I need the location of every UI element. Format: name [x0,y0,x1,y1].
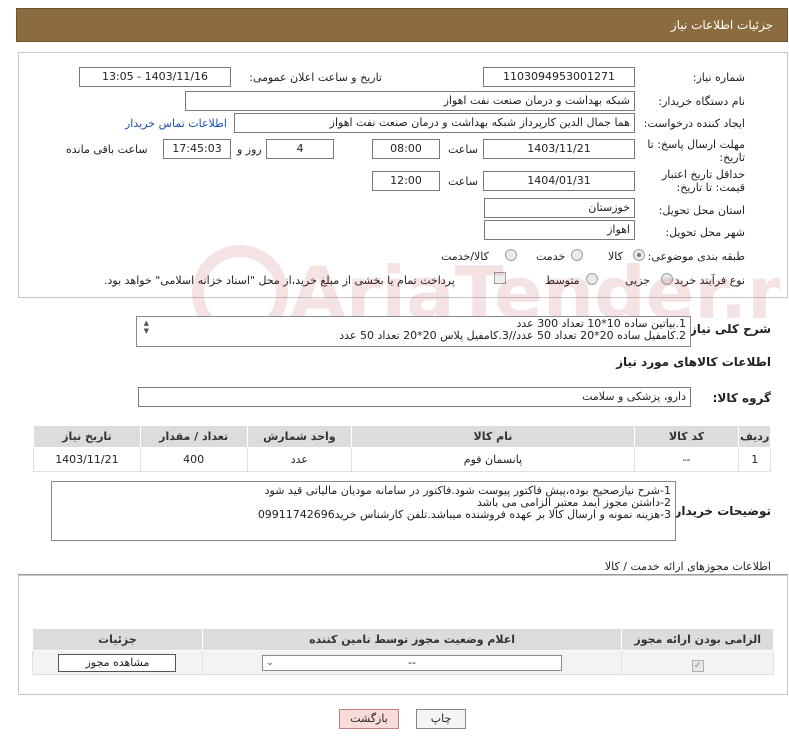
buyer-org-label: نام دستگاه خریدار: [658,95,745,108]
category-option-goods: کالا [608,250,623,263]
view-permit-button[interactable]: مشاهده مجوز [58,653,177,672]
permit-status-select[interactable]: -- ⌄ [262,654,563,671]
validity-time-label: ساعت [448,175,478,188]
goods-table: ردیف کد کالا نام کالا واحد شمارش تعداد /… [33,425,771,472]
city-field[interactable]: اهواز [484,220,635,240]
permits-section-title: اطلاعات مجوزهای ارائه خدمت / کالا [604,560,771,573]
description-line-2: 2.کامفیل ساده 20*20 تعداد 50 عدد//3.کامف… [339,329,686,342]
deadline-date-field[interactable]: 1403/11/21 [483,139,635,159]
process-radio-medium[interactable] [586,273,598,285]
province-field[interactable]: خوزستان [484,198,635,218]
cell-date: 1403/11/21 [33,447,141,472]
deadline-time-field[interactable]: 08:00 [372,139,440,159]
col-permit-status: اعلام وضعیت مجوز توسط تامین کننده [201,628,623,651]
table-row[interactable]: 1 -- پانسمان فوم عدد 400 1403/11/21 [33,447,771,472]
col-permit-required: الزامی بودن ارائه مجوز [621,628,774,651]
permit-status-value: -- [408,655,417,669]
city-label: شهر محل تحویل: [665,226,745,239]
category-option-goods-service: کالا/خدمت [441,250,489,263]
announce-label: تاریخ و ساعت اعلان عمومی: [249,71,382,84]
goods-section-title: اطلاعات کالاهای مورد نیاز [616,355,771,369]
buyer-notes-label: توضیحات خریدار: [669,504,771,518]
permit-row: ✓ -- ⌄ مشاهده مجوز [32,650,774,675]
buyer-notes-line-3: 3-هزینه نمونه و ارسال کالا بر عهده فروشن… [257,508,671,521]
page-header: جزئیات اطلاعات نیاز [16,8,788,42]
col-permit-details: جزئیات [32,628,203,651]
category-option-service: خدمت [536,250,566,263]
deadline-time-label: ساعت [448,143,478,156]
category-radio-service[interactable] [571,249,583,261]
category-label: طبقه بندی موضوعی: [647,250,745,263]
col-row: ردیف [738,425,771,448]
permits-table: الزامی بودن ارائه مجوز اعلام وضعیت مجوز … [32,628,774,675]
announce-field[interactable]: 1403/11/16 - 13:05 [79,67,231,87]
col-name: نام کالا [351,425,635,448]
treasury-payment-checkbox[interactable] [494,272,506,284]
province-label: استان محل تحویل: [658,204,745,217]
deadline-label: مهلت ارسال پاسخ: تا تاریخ: [647,138,745,164]
requester-label: ایجاد کننده درخواست: [643,117,745,130]
contact-info-link[interactable]: اطلاعات تماس خریدار [125,117,227,130]
need-number-label: شماره نیاز: [692,71,745,84]
scroll-arrows-icon[interactable]: ▲ ▼ [139,319,149,335]
remaining-time-field[interactable]: 17:45:03 [163,139,231,159]
requester-field[interactable]: هما جمال الدین کارپرداز شبکه بهداشت و در… [234,113,635,133]
validity-time-field[interactable]: 12:00 [372,171,440,191]
process-label: نوع فرآیند خرید : [667,274,745,287]
category-radio-goods[interactable] [633,249,645,261]
remaining-label: ساعت باقی مانده [66,143,148,156]
cell-unit: عدد [246,447,353,472]
col-qty: تعداد / مقدار [139,425,248,448]
chevron-down-icon: ⌄ [266,657,274,668]
validity-label: حداقل تاریخ اعتبار قیمت: تا تاریخ: [661,168,745,194]
goods-group-label: گروه کالا: [712,391,771,405]
col-date: تاریخ نیاز [33,425,141,448]
buyer-notes-textarea[interactable]: 1-شرح نیازصحیح بوده،پیش فاکتور پیوست شود… [51,481,676,541]
buyer-org-field[interactable]: شبکه بهداشت و درمان صنعت نفت اهواز [185,91,635,111]
back-button[interactable]: بازگشت [339,709,399,729]
goods-group-field[interactable]: دارو، پزشکی و سلامت [138,387,691,407]
process-option-medium: متوسط [545,274,580,287]
col-code: کد کالا [633,425,740,448]
cell-qty: 400 [139,447,248,472]
cell-row: 1 [738,447,771,472]
col-unit: واحد شمارش [246,425,353,448]
category-radio-goods-service[interactable] [505,249,517,261]
permit-required-checkbox[interactable]: ✓ [691,659,704,672]
days-label: روز و [237,143,262,156]
description-textarea[interactable]: 1.بیاتین ساده 10*10 تعداد 300 عدد 2.کامف… [136,316,691,347]
validity-date-field[interactable]: 1404/01/31 [483,171,635,191]
page-title: جزئیات اطلاعات نیاز [670,18,773,32]
treasury-payment-note: پرداخت تمام یا بخشی از مبلغ خرید،از محل … [104,274,455,287]
description-label: شرح کلی نیاز: [685,322,771,336]
print-button[interactable]: چاپ [416,709,466,729]
need-number-field[interactable]: 1103094953001271 [483,67,635,87]
days-field[interactable]: 4 [266,139,334,159]
process-radio-minor[interactable] [661,273,673,285]
process-option-minor: جزیی [625,274,651,287]
cell-name: پانسمان فوم [351,447,635,472]
cell-code: -- [633,447,740,472]
